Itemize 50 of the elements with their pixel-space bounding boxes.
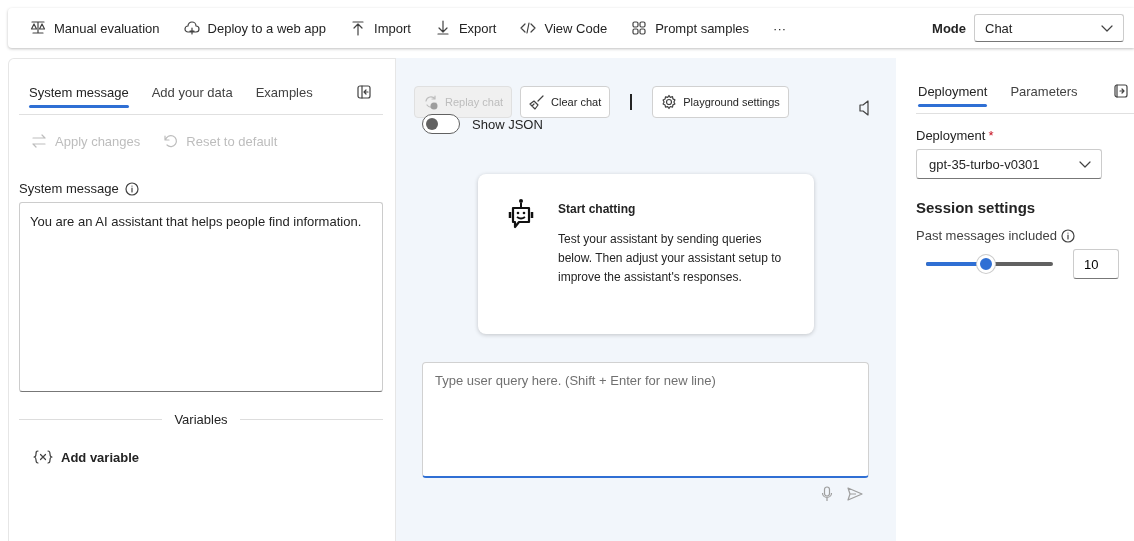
query-input-field[interactable]: Type user query here. (Shift + Enter for new line) (422, 362, 869, 478)
section-label: Variables (174, 412, 228, 427)
collapse-panel-icon (357, 85, 371, 99)
speaker-icon (858, 100, 870, 116)
section-title: Session settings (916, 199, 1037, 216)
toggle-switch[interactable] (422, 114, 460, 134)
toolbar-button[interactable]: ··· (773, 20, 787, 36)
toolbar-button[interactable]: Playground settings (652, 86, 789, 118)
swap-arrows-icon (31, 133, 47, 149)
toggle-label: Show JSON (472, 116, 543, 132)
field-label: Deployment (916, 128, 986, 143)
variable-icon (33, 449, 53, 465)
tab[interactable]: Examples (255, 73, 313, 114)
deployment-dropdown[interactable]: gpt-35-turbo-v0301 (916, 149, 1102, 179)
tab[interactable]: Deployment (918, 72, 988, 113)
mode-dropdown[interactable]: Chat (974, 14, 1124, 42)
info-icon (1060, 228, 1075, 243)
tab[interactable]: System message (29, 73, 129, 114)
info-icon (124, 181, 139, 196)
welcome-text: Test your assistant by sending queries below. Then adjust your assistant setup to improve the assistant's responses. (558, 231, 783, 286)
toolbar-button[interactable]: Export (434, 20, 497, 36)
mode-label: Mode (932, 20, 966, 36)
gear-icon (661, 94, 678, 110)
toolbar-button[interactable]: Deploy to a web app (183, 20, 327, 36)
cloud-icon (183, 20, 200, 36)
toolbar-button[interactable]: Prompt samples (631, 20, 750, 36)
toolbar-button[interactable]: Manual evaluation (30, 20, 160, 36)
required-mark: * (988, 128, 994, 143)
expand-panel-icon (1114, 84, 1128, 98)
welcome-title: Start chatting (558, 202, 637, 216)
toolbar-button[interactable]: View Code (520, 20, 608, 36)
tab[interactable]: Parameters (1010, 72, 1078, 113)
undo-icon (162, 133, 179, 149)
number-field[interactable]: 10 (1073, 249, 1119, 279)
code-icon (520, 20, 537, 36)
send-icon (847, 486, 863, 502)
microphone-icon (821, 486, 833, 502)
slider-thumb[interactable] (976, 255, 995, 273)
scale-icon (30, 20, 46, 36)
field-label: System message (19, 181, 119, 196)
replay-icon (423, 94, 439, 110)
system-message-field[interactable]: You are an AI assistant that helps people find information. (19, 202, 383, 392)
tab[interactable]: Add your data (151, 73, 233, 114)
toolbar-button[interactable]: Clear chat (520, 86, 611, 118)
grid-icon (631, 20, 648, 36)
field-label: Past messages included (916, 228, 1057, 243)
slider[interactable] (926, 254, 1053, 274)
broom-icon (529, 94, 546, 110)
toolbar-button[interactable]: Import (350, 20, 411, 36)
add-variable-button[interactable]: Add variable (33, 449, 140, 465)
